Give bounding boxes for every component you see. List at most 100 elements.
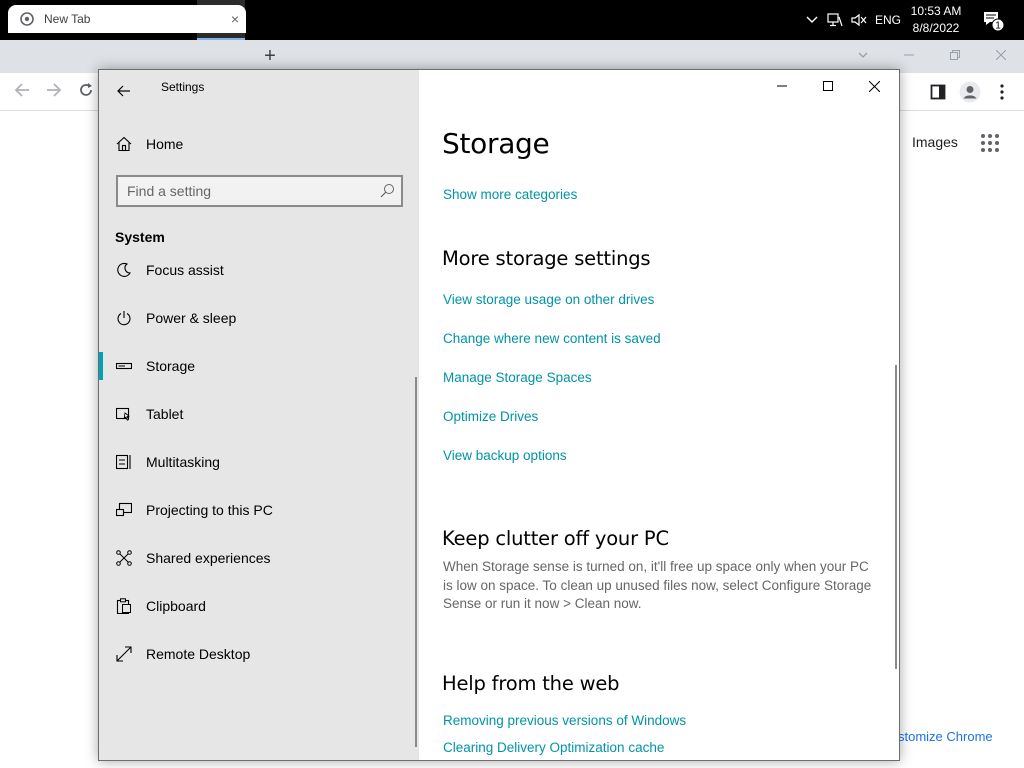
remote-desktop-icon: [115, 645, 133, 663]
view-backup-options-link[interactable]: View backup options: [443, 448, 567, 463]
chevron-down-icon: [858, 52, 868, 58]
power-icon: [115, 309, 133, 327]
optimize-drives-link[interactable]: Optimize Drives: [443, 409, 538, 424]
sidebar-item-label: Power & sleep: [146, 310, 237, 326]
taskbar-clock[interactable]: 10:53 AM 8/8/2022: [906, 3, 966, 37]
sidebar-item-shared-experiences[interactable]: Shared experiences: [99, 534, 415, 582]
avatar-icon: [959, 81, 981, 103]
content-scrollbar[interactable]: [895, 365, 897, 669]
find-setting-input[interactable]: Find a setting: [116, 175, 403, 207]
search-placeholder: Find a setting: [127, 183, 212, 199]
chrome-reload-button[interactable]: [74, 80, 98, 104]
keep-clutter-description: When Storage sense is turned on, it'll f…: [443, 559, 872, 611]
sidebar-scrollbar[interactable]: [415, 377, 417, 747]
minimize-icon: [904, 54, 914, 56]
more-vertical-icon: [1000, 84, 1004, 100]
selection-indicator: [99, 352, 103, 380]
removing-previous-windows-link[interactable]: Removing previous versions of Windows: [443, 713, 686, 728]
sidebar-item-label: Shared experiences: [146, 550, 271, 566]
storage-icon: [115, 357, 133, 375]
chrome-tab-close-button[interactable]: ×: [224, 11, 246, 27]
clock-date: 8/8/2022: [912, 21, 960, 35]
sidebar-item-focus-assist[interactable]: Focus assist: [99, 260, 415, 294]
action-center-button[interactable]: 1: [978, 0, 1008, 40]
projecting-icon: [115, 501, 133, 519]
reload-icon: [80, 83, 92, 96]
chrome-menu-button[interactable]: [990, 80, 1014, 104]
side-panel-icon: [930, 84, 946, 100]
show-hidden-icons-button[interactable]: [802, 0, 822, 40]
view-storage-other-drives-link[interactable]: View storage usage on other drives: [443, 292, 654, 307]
close-button[interactable]: [851, 70, 897, 102]
sidebar-item-clipboard[interactable]: Clipboard: [99, 582, 415, 630]
chrome-images-link[interactable]: Images: [912, 134, 958, 150]
search-icon: [380, 184, 394, 198]
network-button[interactable]: [824, 0, 846, 40]
restore-icon: [950, 50, 960, 60]
multitasking-icon: [115, 453, 133, 471]
help-from-web-heading: Help from the web: [442, 672, 620, 695]
notification-icon: 1: [984, 12, 1005, 32]
customize-chrome-link[interactable]: stomize Chrome: [898, 729, 993, 744]
sidebar-item-projecting[interactable]: Projecting to this PC: [99, 486, 415, 534]
sidebar-item-label: Clipboard: [146, 598, 206, 614]
shared-experiences-icon: [115, 549, 133, 567]
grid-dot: [981, 134, 985, 138]
clearing-delivery-optimization-link[interactable]: Clearing Delivery Optimization cache: [443, 740, 664, 755]
maximize-button[interactable]: [805, 70, 851, 102]
chrome-tab-new-tab[interactable]: New Tab ×: [8, 5, 246, 33]
chrome-side-panel-button[interactable]: [926, 80, 950, 104]
arrow-left-icon: [117, 85, 130, 97]
minimize-button[interactable]: [759, 70, 805, 102]
grid-dot: [981, 148, 985, 152]
tablet-icon: [115, 405, 133, 423]
volume-button[interactable]: [848, 0, 870, 40]
arrow-left-icon: [14, 83, 29, 97]
more-storage-settings-heading: More storage settings: [442, 247, 651, 270]
keep-clutter-heading: Keep clutter off your PC: [442, 527, 669, 550]
chrome-minimize-button[interactable]: [886, 40, 932, 70]
network-icon: [827, 13, 843, 27]
grid-dot: [981, 141, 985, 145]
sidebar-nav-list: Focus assist Power & sleep Storage Table…: [99, 260, 415, 760]
chrome-close-button[interactable]: [978, 40, 1024, 70]
maximize-icon: [823, 81, 833, 91]
language-indicator[interactable]: ENG: [872, 0, 904, 40]
grid-dot: [995, 141, 999, 145]
sidebar-item-storage[interactable]: Storage: [99, 342, 415, 390]
sidebar-item-label: Projecting to this PC: [146, 502, 273, 518]
sidebar-item-label: Focus assist: [146, 262, 224, 278]
arrow-right-icon: [47, 83, 62, 97]
sidebar-item-remote-desktop[interactable]: Remote Desktop: [99, 630, 415, 678]
back-button[interactable]: [109, 76, 139, 106]
change-new-content-location-link[interactable]: Change where new content is saved: [443, 331, 661, 346]
grid-dot: [995, 134, 999, 138]
chrome-back-button[interactable]: [10, 80, 34, 104]
grid-dot: [988, 148, 992, 152]
close-icon: [996, 50, 1006, 60]
sidebar-item-label: Home: [146, 136, 184, 152]
chrome-profile-button[interactable]: [958, 80, 982, 104]
chrome-forward-button[interactable]: [42, 80, 66, 104]
close-icon: [868, 80, 880, 92]
sidebar-item-home[interactable]: Home: [99, 128, 419, 160]
google-apps-button[interactable]: [981, 134, 999, 152]
sidebar-item-tablet[interactable]: Tablet: [99, 390, 415, 438]
settings-sidebar: Settings Home Find a setting System Focu…: [99, 70, 419, 760]
manage-storage-spaces-link[interactable]: Manage Storage Spaces: [443, 370, 592, 385]
chrome-new-tab-button[interactable]: +: [258, 44, 282, 68]
sidebar-item-label: Tablet: [146, 406, 184, 422]
section-heading-system: System: [115, 229, 165, 245]
volume-muted-icon: [851, 13, 867, 27]
chrome-tab-search-button[interactable]: [840, 40, 886, 70]
settings-window: Settings Home Find a setting System Focu…: [98, 69, 900, 761]
sidebar-item-multitasking[interactable]: Multitasking: [99, 438, 415, 486]
minimize-icon: [777, 85, 787, 87]
page-title: Storage: [442, 127, 550, 160]
show-more-categories-link[interactable]: Show more categories: [443, 187, 577, 202]
sidebar-item-power-sleep[interactable]: Power & sleep: [99, 294, 415, 342]
window-title: Settings: [161, 80, 205, 94]
settings-content: Storage Show more categories More storag…: [419, 70, 899, 760]
chrome-restore-button[interactable]: [932, 40, 978, 70]
sidebar-item-label: Multitasking: [146, 454, 220, 470]
